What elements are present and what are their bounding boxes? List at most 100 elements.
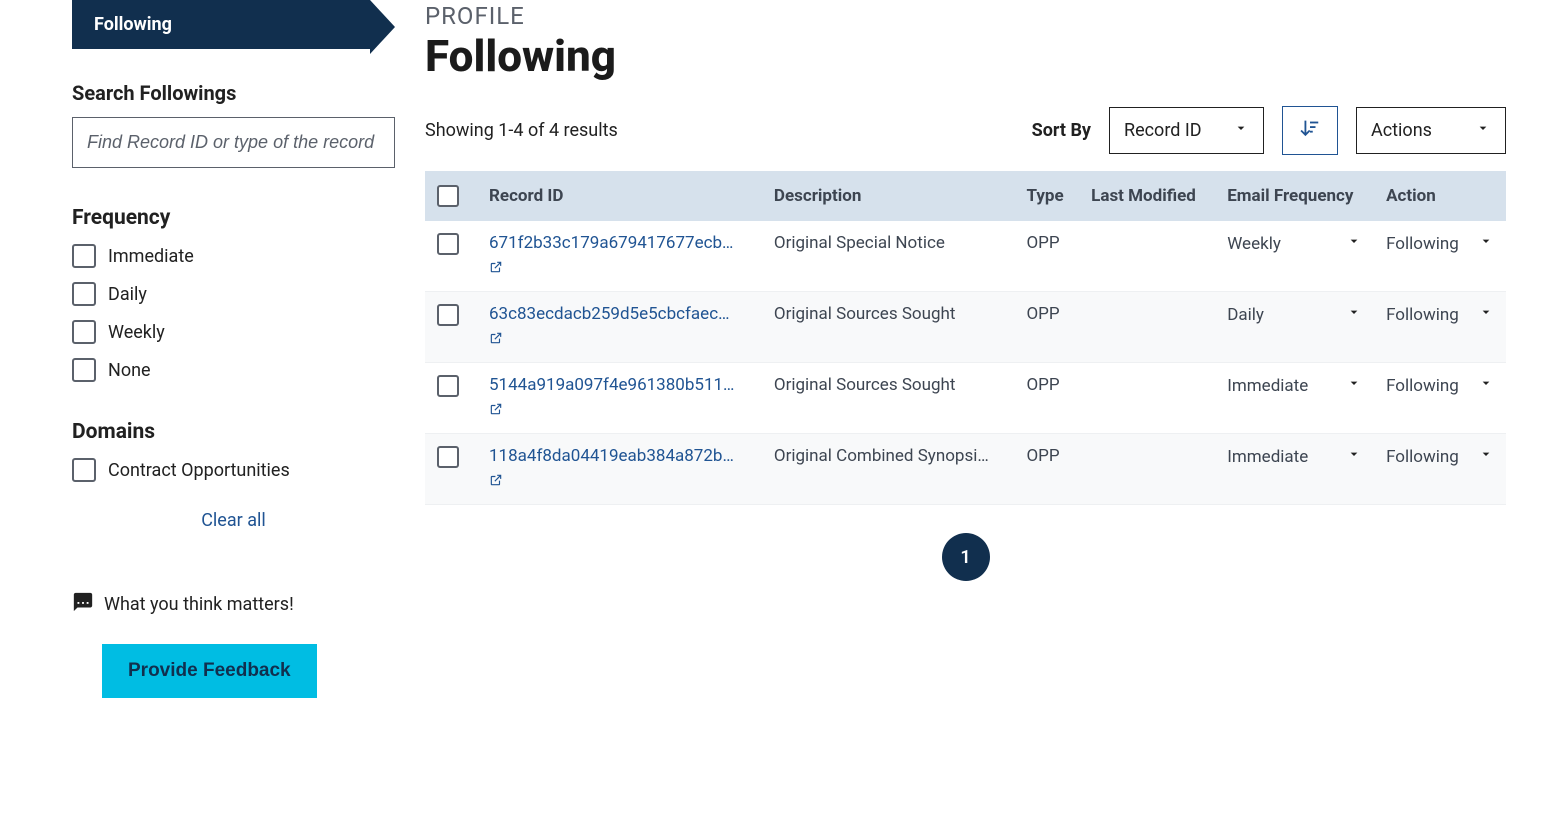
col-email-frequency: Email Frequency <box>1215 171 1374 221</box>
checkbox[interactable] <box>72 320 96 344</box>
chevron-down-icon <box>1478 304 1494 325</box>
last-modified-cell <box>1079 221 1215 292</box>
email-frequency-value: Immediate <box>1227 376 1308 396</box>
provide-feedback-button[interactable]: Provide Feedback <box>102 644 317 698</box>
email-frequency-select[interactable]: Daily <box>1227 304 1362 325</box>
row-checkbox[interactable] <box>437 233 459 255</box>
feedback-line-text: What you think matters! <box>104 594 294 615</box>
sort-direction-button[interactable] <box>1282 106 1338 155</box>
row-action-select[interactable]: Following <box>1386 446 1494 467</box>
record-id-link[interactable]: 5144a919a097f4e961380b511… <box>489 375 734 395</box>
chevron-down-icon <box>1233 120 1249 141</box>
col-record-id: Record ID <box>477 171 762 221</box>
checkbox[interactable] <box>72 358 96 382</box>
last-modified-cell <box>1079 434 1215 505</box>
col-type: Type <box>1014 171 1079 221</box>
frequency-option-none[interactable]: None <box>72 358 395 382</box>
table-row: 118a4f8da04419eab384a872b… Original Combi… <box>425 434 1506 505</box>
type-cell: OPP <box>1014 292 1079 363</box>
page-number-1[interactable]: 1 <box>942 533 990 581</box>
email-frequency-select[interactable]: Weekly <box>1227 233 1362 254</box>
frequency-option-label: Weekly <box>108 322 165 343</box>
email-frequency-value: Daily <box>1227 305 1264 325</box>
results-count: Showing 1-4 of 4 results <box>425 120 618 141</box>
col-description: Description <box>762 171 1015 221</box>
record-id-link[interactable]: 118a4f8da04419eab384a872b… <box>489 446 734 466</box>
external-link-icon[interactable] <box>489 472 503 492</box>
chevron-down-icon <box>1346 446 1362 467</box>
description-cell: Original Sources Sought <box>762 363 1015 434</box>
row-checkbox[interactable] <box>437 446 459 468</box>
breadcrumb: PROFILE <box>425 2 1506 30</box>
sortby-label: Sort By <box>1032 120 1091 141</box>
actions-label: Actions <box>1371 120 1432 141</box>
chevron-down-icon <box>1346 304 1362 325</box>
row-checkbox[interactable] <box>437 375 459 397</box>
col-last-modified: Last Modified <box>1079 171 1215 221</box>
email-frequency-value: Weekly <box>1227 234 1281 254</box>
search-followings-label: Search Followings <box>72 81 395 105</box>
last-modified-cell <box>1079 292 1215 363</box>
email-frequency-value: Immediate <box>1227 447 1308 467</box>
row-action-value: Following <box>1386 447 1459 467</box>
description-cell: Original Combined Synopsi… <box>762 434 1015 505</box>
comment-icon <box>72 591 94 618</box>
domain-option-contract-opportunities[interactable]: Contract Opportunities <box>72 458 395 482</box>
clear-all-label: Clear all <box>201 510 266 531</box>
chevron-down-icon <box>1475 120 1491 141</box>
domains-heading: Domains <box>72 420 395 444</box>
checkbox[interactable] <box>72 244 96 268</box>
row-action-select[interactable]: Following <box>1386 233 1494 254</box>
description-cell: Original Sources Sought <box>762 292 1015 363</box>
frequency-option-daily[interactable]: Daily <box>72 282 395 306</box>
table-row: 671f2b33c179a679417677ecb… Original Speci… <box>425 221 1506 292</box>
frequency-option-label: Immediate <box>108 246 194 267</box>
row-action-value: Following <box>1386 305 1459 325</box>
frequency-option-label: None <box>108 360 151 381</box>
search-input[interactable] <box>72 117 395 168</box>
sort-descending-icon <box>1299 117 1321 144</box>
email-frequency-select[interactable]: Immediate <box>1227 446 1362 467</box>
last-modified-cell <box>1079 363 1215 434</box>
chevron-down-icon <box>1478 446 1494 467</box>
frequency-option-label: Daily <box>108 284 147 305</box>
feedback-button-label: Provide Feedback <box>128 660 291 681</box>
clear-all-link[interactable]: Clear all <box>72 510 395 531</box>
row-action-value: Following <box>1386 376 1459 396</box>
row-action-select[interactable]: Following <box>1386 304 1494 325</box>
type-cell: OPP <box>1014 221 1079 292</box>
record-id-link[interactable]: 63c83ecdacb259d5e5cbcfaec… <box>489 304 729 324</box>
sort-field-select[interactable]: Record ID <box>1109 107 1264 154</box>
chevron-down-icon <box>1346 375 1362 396</box>
record-id-link[interactable]: 671f2b33c179a679417677ecb… <box>489 233 733 253</box>
sidebar-nav-label: Following <box>94 14 172 35</box>
page-number-label: 1 <box>960 547 970 568</box>
row-checkbox[interactable] <box>437 304 459 326</box>
sidebar-nav-following[interactable]: Following <box>72 0 370 49</box>
frequency-heading: Frequency <box>72 206 395 230</box>
following-table: Record ID Description Type Last Modified… <box>425 171 1506 505</box>
table-row: 63c83ecdacb259d5e5cbcfaec… Original Sourc… <box>425 292 1506 363</box>
chevron-down-icon <box>1478 375 1494 396</box>
external-link-icon[interactable] <box>489 330 503 350</box>
email-frequency-select[interactable]: Immediate <box>1227 375 1362 396</box>
row-action-select[interactable]: Following <box>1386 375 1494 396</box>
actions-select[interactable]: Actions <box>1356 107 1506 154</box>
select-all-checkbox[interactable] <box>437 185 459 207</box>
external-link-icon[interactable] <box>489 259 503 279</box>
external-link-icon[interactable] <box>489 401 503 421</box>
sort-field-value: Record ID <box>1124 120 1202 141</box>
chevron-down-icon <box>1478 233 1494 254</box>
type-cell: OPP <box>1014 363 1079 434</box>
description-cell: Original Special Notice <box>762 221 1015 292</box>
frequency-option-weekly[interactable]: Weekly <box>72 320 395 344</box>
table-row: 5144a919a097f4e961380b511… Original Sourc… <box>425 363 1506 434</box>
row-action-value: Following <box>1386 234 1459 254</box>
domain-option-label: Contract Opportunities <box>108 460 290 481</box>
checkbox[interactable] <box>72 282 96 306</box>
chevron-down-icon <box>1346 233 1362 254</box>
checkbox[interactable] <box>72 458 96 482</box>
col-action: Action <box>1374 171 1506 221</box>
frequency-option-immediate[interactable]: Immediate <box>72 244 395 268</box>
type-cell: OPP <box>1014 434 1079 505</box>
